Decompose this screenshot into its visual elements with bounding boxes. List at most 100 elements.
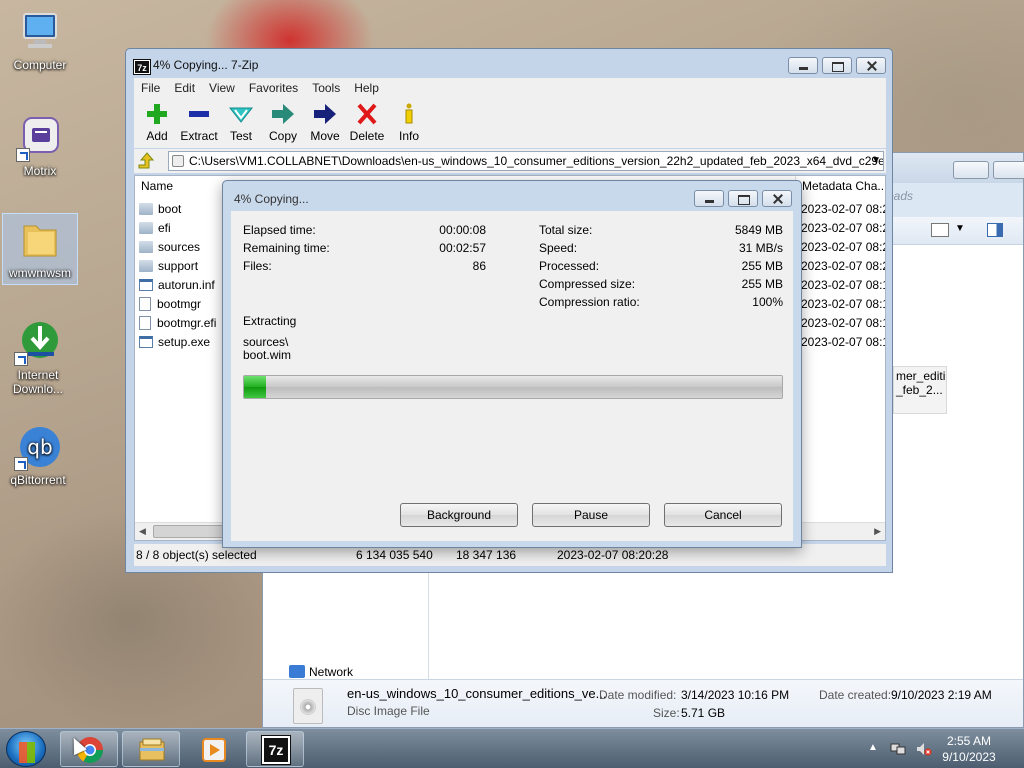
dialog-close-button[interactable] bbox=[762, 190, 792, 207]
file-icon bbox=[139, 316, 151, 330]
7zip-icon: 7z bbox=[261, 735, 291, 765]
view-options-icon[interactable] bbox=[931, 223, 949, 237]
info-button[interactable]: Info bbox=[388, 98, 430, 148]
menu-help[interactable]: Help bbox=[347, 81, 386, 95]
menu-bar: File Edit View Favorites Tools Help bbox=[134, 78, 886, 98]
metadata-cell: 2023-02-07 08:1 bbox=[801, 335, 885, 349]
path-input[interactable]: C:\Users\VM1.COLLABNET\Downloads\en-us_w… bbox=[168, 151, 884, 171]
details-date-created-label: Date created: bbox=[819, 688, 892, 702]
extract-icon bbox=[187, 103, 211, 125]
menu-favorites[interactable]: Favorites bbox=[242, 81, 305, 95]
column-header-metadata[interactable]: Metadata Cha... bbox=[795, 176, 885, 196]
pause-button[interactable]: Pause bbox=[532, 503, 650, 527]
file-name: efi bbox=[158, 221, 171, 235]
dialog-maximize-button[interactable] bbox=[728, 190, 758, 207]
up-folder-button[interactable] bbox=[137, 152, 155, 170]
metadata-cell: 2023-02-07 08:2 bbox=[801, 202, 885, 216]
taskbar-app-chrome[interactable] bbox=[60, 731, 118, 767]
application-icon bbox=[139, 336, 153, 348]
system-clock[interactable]: 2:55 AM 9/10/2023 bbox=[934, 733, 1004, 765]
progress-bar bbox=[243, 375, 783, 399]
desktop-icon-idm[interactable]: Internet Downlo... bbox=[0, 318, 76, 396]
copy-button[interactable]: Copy bbox=[262, 98, 304, 148]
window-title-text: 4% Copying... 7-Zip bbox=[153, 58, 259, 72]
folder-icon bbox=[139, 260, 153, 272]
list-item[interactable]: bootmgr bbox=[139, 295, 201, 314]
list-item[interactable]: efi bbox=[139, 219, 171, 238]
nav-item-network[interactable]: Network bbox=[289, 665, 353, 679]
scrollbar-thumb[interactable] bbox=[153, 525, 233, 538]
window-title: 7z 4% Copying... 7-Zip bbox=[133, 58, 259, 75]
explorer-details-pane: en-us_windows_10_consumer_editions_ve...… bbox=[263, 679, 1023, 727]
details-date-modified-value: 3/14/2023 10:16 PM bbox=[681, 688, 790, 702]
column-header-name[interactable]: Name bbox=[135, 176, 225, 196]
volume-muted-icon[interactable] bbox=[916, 742, 932, 756]
test-button[interactable]: Test bbox=[220, 98, 262, 148]
close-button[interactable] bbox=[856, 57, 886, 74]
menu-tools[interactable]: Tools bbox=[305, 81, 347, 95]
metadata-cell: 2023-02-07 08:2 bbox=[801, 221, 885, 235]
remaining-time-label: Remaining time: bbox=[243, 241, 330, 255]
compressed-size-value: 255 MB bbox=[741, 277, 783, 291]
total-size-value: 5849 MB bbox=[734, 223, 783, 237]
start-button[interactable] bbox=[6, 731, 46, 767]
files-value: 86 bbox=[472, 259, 486, 273]
metadata-cell: 2023-02-07 08:2 bbox=[801, 240, 885, 254]
extract-button[interactable]: Extract bbox=[178, 98, 220, 148]
file-thumbnail[interactable]: mer_editi _feb_2... bbox=[893, 366, 947, 414]
thumbnail-label: _feb_2... bbox=[896, 383, 943, 397]
explorer-maximize-button[interactable] bbox=[993, 161, 1024, 179]
desktop-icon-motrix[interactable]: Motrix bbox=[2, 114, 78, 178]
settings-file-icon bbox=[139, 279, 153, 291]
progress-bar-fill bbox=[244, 376, 266, 398]
add-button[interactable]: Add bbox=[136, 98, 178, 148]
clock-date: 9/10/2023 bbox=[942, 750, 996, 764]
explorer-minimize-button[interactable] bbox=[953, 161, 989, 179]
move-button[interactable]: Move bbox=[304, 98, 346, 148]
maximize-button[interactable] bbox=[822, 57, 852, 74]
status-date: 2023-02-07 08:20:28 bbox=[557, 548, 669, 562]
list-item[interactable]: setup.exe bbox=[139, 333, 210, 352]
desktop-icon-computer[interactable]: Computer bbox=[2, 8, 78, 72]
network-tray-icon[interactable] bbox=[890, 742, 906, 756]
desktop-icon-qbittorrent[interactable]: qb qBittorrent bbox=[0, 423, 76, 487]
desktop-icon-folder[interactable]: wmwmwsm bbox=[2, 213, 78, 285]
preview-pane-icon[interactable] bbox=[987, 223, 1003, 237]
progress-dialog[interactable]: 4% Copying... Elapsed time: 00:00:08 Rem… bbox=[222, 180, 802, 548]
metadata-cell: 2023-02-07 08:1 bbox=[801, 316, 885, 330]
toolbar: Add Extract Test Copy Move Delete Info bbox=[134, 98, 886, 148]
minimize-button[interactable] bbox=[788, 57, 818, 74]
menu-view[interactable]: View bbox=[202, 81, 242, 95]
chevron-down-icon[interactable]: ▼ bbox=[871, 152, 881, 170]
chevron-down-icon[interactable]: ▼ bbox=[955, 223, 965, 234]
file-name: support bbox=[158, 259, 199, 273]
scroll-left-icon[interactable]: ◀ bbox=[139, 526, 146, 537]
move-icon bbox=[313, 103, 337, 125]
file-icon bbox=[139, 297, 151, 311]
cancel-button[interactable]: Cancel bbox=[664, 503, 782, 527]
dialog-title: 4% Copying... bbox=[234, 192, 309, 206]
list-item[interactable]: autorun.inf bbox=[139, 276, 215, 295]
scroll-right-icon[interactable]: ▶ bbox=[874, 526, 881, 537]
current-file: boot.wim bbox=[243, 348, 292, 362]
elapsed-time-value: 00:00:08 bbox=[439, 223, 486, 237]
list-item[interactable]: sources bbox=[139, 238, 200, 257]
list-item[interactable]: bootmgr.efi bbox=[139, 314, 216, 333]
taskbar-app-media-player[interactable] bbox=[184, 731, 242, 767]
background-button[interactable]: Background bbox=[400, 503, 518, 527]
menu-edit[interactable]: Edit bbox=[167, 81, 202, 95]
menu-file[interactable]: File bbox=[134, 81, 167, 95]
network-icon bbox=[289, 665, 305, 678]
show-hidden-icons-icon[interactable]: ▲ bbox=[868, 742, 882, 756]
info-icon bbox=[397, 103, 421, 125]
toolbar-label: Info bbox=[398, 129, 419, 143]
taskbar-app-explorer[interactable] bbox=[122, 731, 180, 767]
list-item[interactable]: boot bbox=[139, 200, 181, 219]
remaining-time-value: 00:02:57 bbox=[439, 241, 486, 255]
toolbar-label: Extract bbox=[180, 129, 218, 143]
dialog-minimize-button[interactable] bbox=[694, 190, 724, 207]
dialog-body: Elapsed time: 00:00:08 Remaining time: 0… bbox=[231, 211, 793, 541]
list-item[interactable]: support bbox=[139, 257, 198, 276]
delete-button[interactable]: Delete bbox=[346, 98, 388, 148]
taskbar-app-7zip[interactable]: 7z bbox=[246, 731, 304, 767]
